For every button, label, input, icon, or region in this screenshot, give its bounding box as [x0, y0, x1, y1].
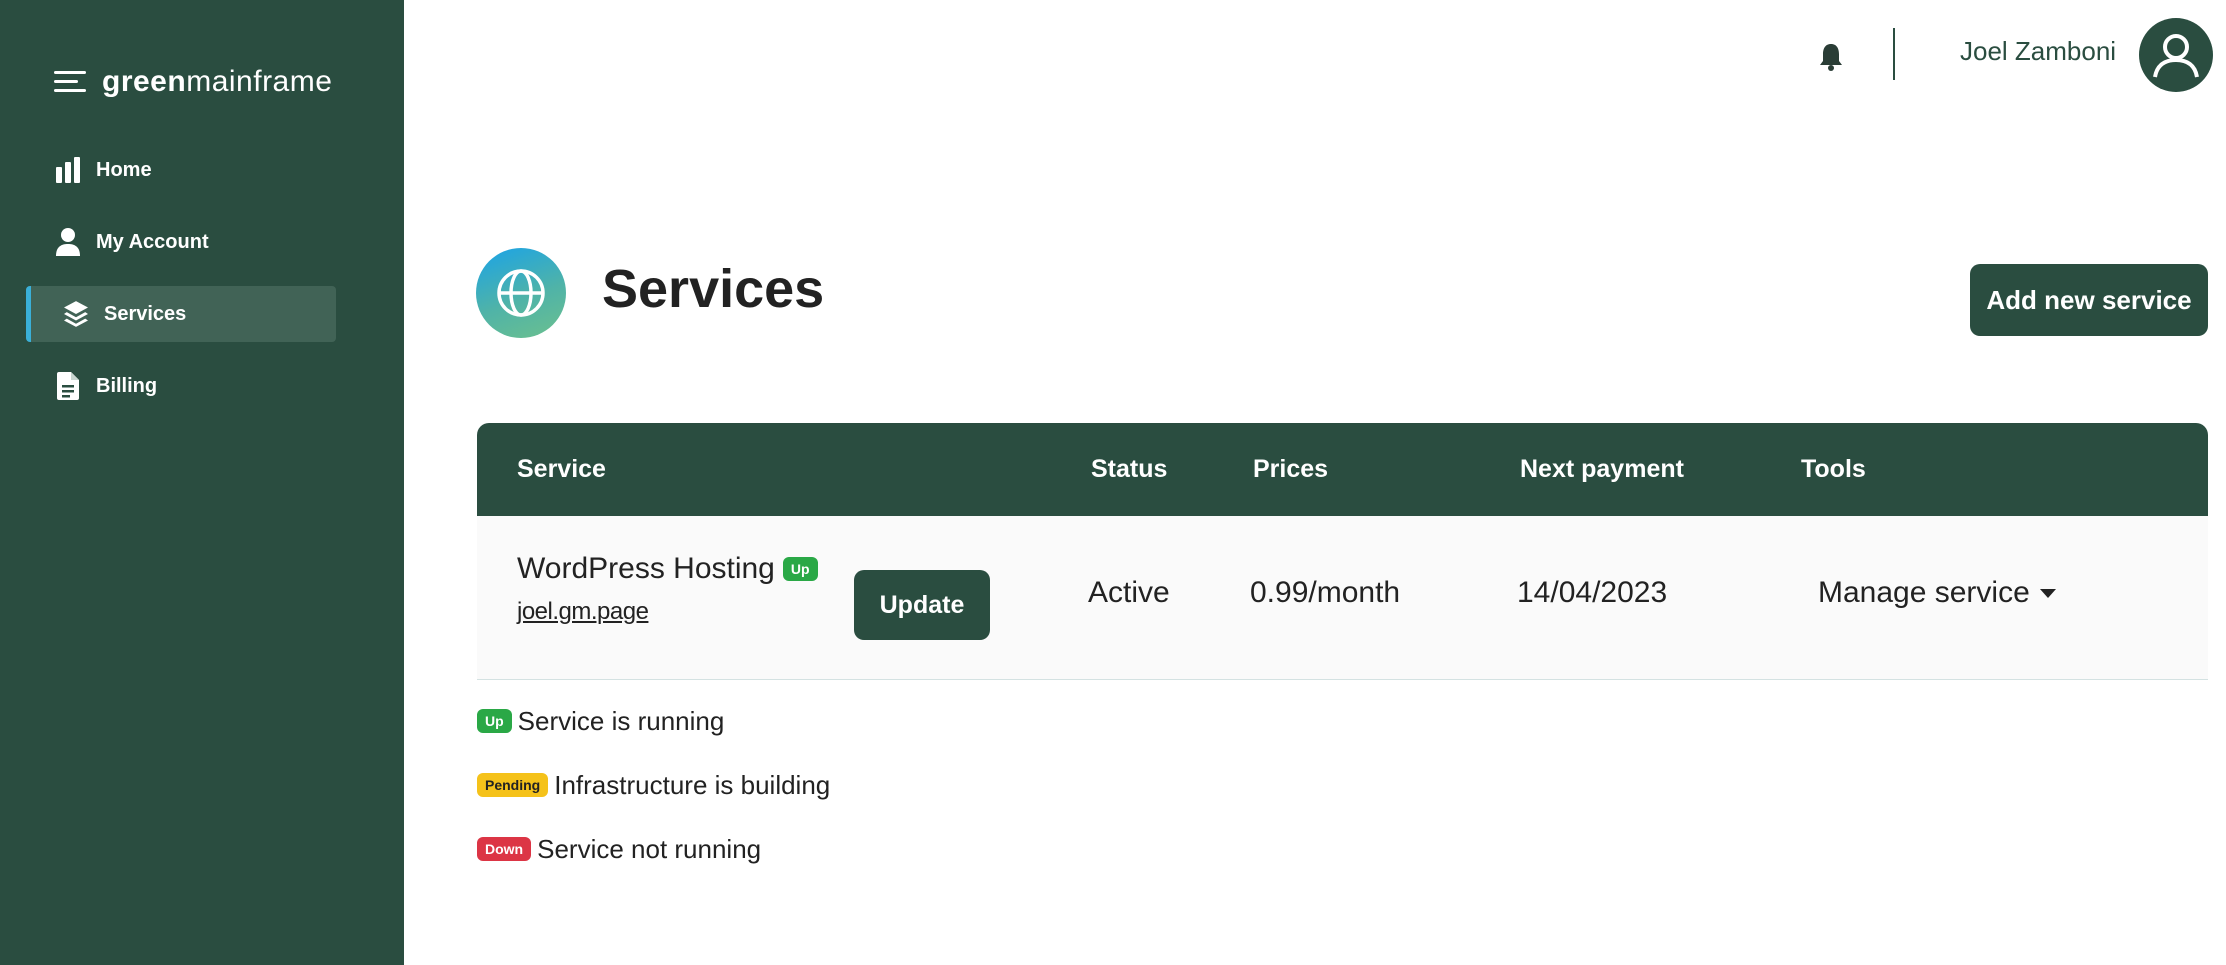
column-header-status: Status	[1091, 455, 1168, 483]
sidebar-item-my-account[interactable]: My Account	[26, 214, 336, 270]
table-header: Service Status Prices Next payment Tools	[477, 423, 2208, 516]
user-icon	[56, 228, 80, 256]
service-name: WordPress Hosting Up	[517, 552, 818, 586]
column-header-next-payment: Next payment	[1520, 455, 1684, 483]
status-legend: Up Service is running Pending Infrastruc…	[477, 704, 830, 896]
services-table: Service Status Prices Next payment Tools…	[477, 423, 2208, 680]
hamburger-menu-icon[interactable]	[54, 71, 86, 93]
sidebar-item-label: Home	[96, 158, 152, 181]
update-button[interactable]: Update	[854, 570, 990, 640]
status-badge-up: Up	[782, 557, 818, 581]
column-header-prices: Prices	[1253, 455, 1329, 483]
legend-text: Service is running	[517, 705, 725, 736]
caret-down-icon	[2039, 588, 2056, 598]
manage-service-label: Manage service	[1818, 576, 2030, 609]
sidebar-nav: Home My Account Services Billing	[26, 142, 336, 430]
brand-logo-light: mainframe	[186, 65, 333, 98]
brand: greenmainframe	[54, 62, 332, 102]
layers-icon	[64, 300, 88, 328]
next-payment-cell: 14/04/2023	[1517, 576, 1668, 609]
globe-icon	[476, 248, 566, 338]
column-header-service: Service	[517, 455, 606, 483]
manage-service-dropdown[interactable]: Manage service	[1818, 576, 2056, 610]
add-new-service-button[interactable]: Add new service	[1970, 264, 2208, 336]
page-title: Services	[602, 259, 825, 319]
status-badge-down: Down	[477, 837, 532, 861]
status-cell: Active	[1088, 576, 1170, 609]
user-name[interactable]: Joel Zamboni	[1960, 36, 2116, 67]
service-domain-link[interactable]: joel.gm.page	[517, 598, 649, 626]
legend-item-pending: Pending Infrastructure is building	[477, 768, 830, 802]
service-name-text: WordPress Hosting	[517, 552, 775, 585]
bar-chart-icon	[56, 156, 80, 184]
document-icon	[56, 372, 80, 400]
sidebar-item-label: Billing	[96, 374, 158, 397]
legend-text: Infrastructure is building	[554, 769, 831, 800]
notification-bell-icon[interactable]	[1818, 42, 1844, 72]
sidebar-item-billing[interactable]: Billing	[26, 358, 336, 414]
legend-text: Service not running	[537, 833, 762, 864]
table-row: WordPress Hosting Up joel.gm.page Update…	[477, 516, 2208, 680]
sidebar-item-label: My Account	[96, 230, 209, 253]
price-cell: 0.99/month	[1250, 576, 1401, 609]
sidebar-item-home[interactable]: Home	[26, 142, 336, 198]
sidebar: greenmainframe Home My Account Services	[0, 0, 404, 965]
sidebar-item-services[interactable]: Services	[26, 286, 336, 342]
brand-logo-bold: green	[102, 65, 187, 98]
status-badge-up: Up	[477, 709, 512, 733]
user-avatar-icon	[2153, 34, 2199, 78]
column-header-tools: Tools	[1801, 455, 1866, 483]
status-badge-pending: Pending	[477, 773, 549, 797]
topbar-divider	[1893, 28, 1895, 80]
legend-item-up: Up Service is running	[477, 704, 830, 738]
legend-item-down: Down Service not running	[477, 832, 830, 866]
brand-logo[interactable]: greenmainframe	[102, 65, 332, 99]
sidebar-item-label: Services	[104, 302, 187, 325]
avatar[interactable]	[2139, 18, 2213, 92]
